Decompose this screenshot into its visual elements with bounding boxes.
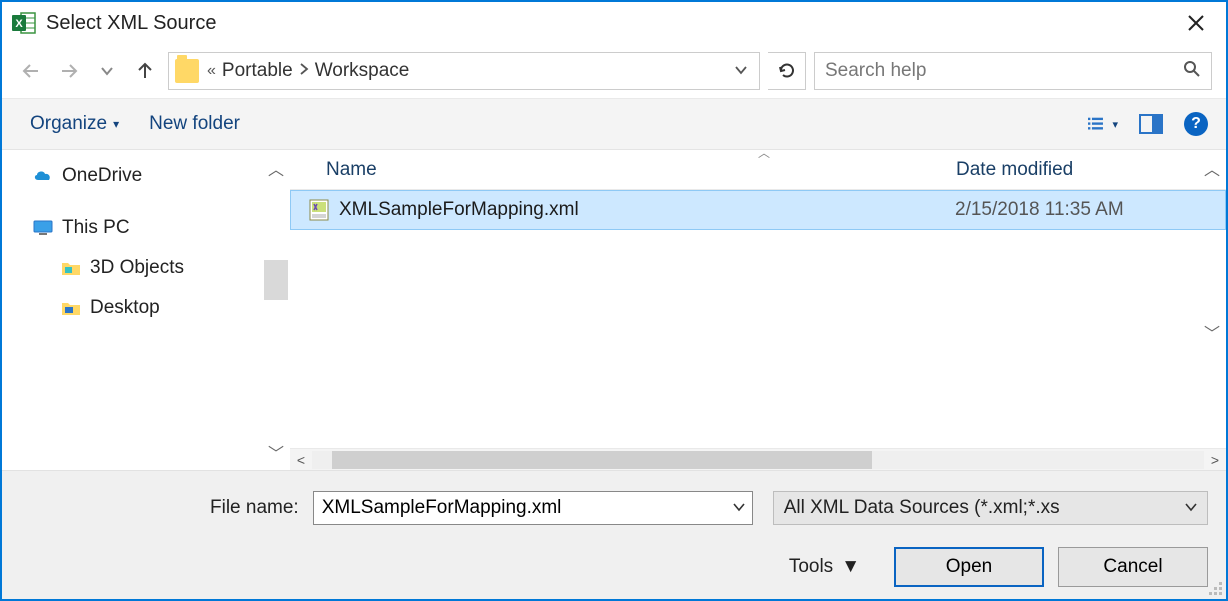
xml-file-icon: [291, 198, 331, 222]
list-scroll-up[interactable]: ︿: [1204, 156, 1220, 180]
file-list: ︿ Name Date modified ︿ XMLSampleForMappi…: [290, 150, 1226, 470]
tree-item-this-pc[interactable]: This PC: [20, 208, 290, 248]
tree-item-label: OneDrive: [62, 165, 142, 187]
main-area: ︿ OneDrive This PC 3D Objects: [2, 150, 1226, 470]
view-options: ▾ ?: [1088, 109, 1208, 139]
filename-dropdown[interactable]: [733, 501, 745, 515]
hscroll-thumb[interactable]: [332, 451, 872, 469]
tools-label: Tools: [789, 556, 833, 578]
search-input[interactable]: [825, 60, 1183, 82]
tree-item-label: Desktop: [90, 297, 160, 319]
search-box[interactable]: [814, 52, 1212, 90]
new-folder-button[interactable]: New folder: [149, 113, 240, 135]
open-button[interactable]: Open: [894, 547, 1044, 587]
hscroll-track[interactable]: [312, 451, 1204, 469]
tree-scroll-up[interactable]: ︿: [268, 156, 284, 180]
view-mode-button[interactable]: ▾: [1088, 109, 1118, 139]
breadcrumb-part-1[interactable]: Portable: [222, 60, 293, 82]
forward-button[interactable]: [54, 56, 84, 86]
tree-scroll-down[interactable]: ﹀: [268, 440, 284, 464]
tree-scrollbar-thumb[interactable]: [264, 260, 288, 300]
dialog-window: X Select XML Source « Portable: [0, 0, 1228, 601]
filename-label: File name:: [210, 497, 299, 519]
pc-icon: [32, 217, 54, 239]
filename-input[interactable]: [313, 491, 753, 525]
folder-icon: [175, 59, 199, 83]
tree-item-onedrive[interactable]: OneDrive: [20, 156, 290, 196]
horizontal-scrollbar[interactable]: < >: [290, 448, 1226, 470]
folder-icon: [60, 297, 82, 319]
tree-item-desktop[interactable]: Desktop: [20, 288, 290, 328]
close-button[interactable]: [1176, 7, 1216, 39]
title-bar: X Select XML Source: [2, 2, 1226, 44]
up-button[interactable]: [130, 56, 160, 86]
tree-item-3d-objects[interactable]: 3D Objects: [20, 248, 290, 288]
filter-text: All XML Data Sources (*.xml;*.xs: [784, 497, 1060, 519]
svg-text:X: X: [15, 18, 23, 30]
breadcrumb-prefix: «: [207, 62, 216, 80]
file-type-filter[interactable]: All XML Data Sources (*.xml;*.xs: [773, 491, 1208, 525]
tree-item-label: 3D Objects: [90, 257, 184, 279]
tree-item-label: This PC: [62, 217, 130, 239]
command-bar: Organize ▾ New folder ▾ ?: [2, 98, 1226, 150]
footer: File name: All XML Data Sources (*.xml;*…: [2, 470, 1226, 599]
hscroll-right[interactable]: >: [1204, 452, 1226, 468]
file-name: XMLSampleForMapping.xml: [331, 199, 955, 221]
refresh-button[interactable]: [768, 52, 806, 90]
file-date: 2/15/2018 11:35 AM: [955, 199, 1225, 221]
organize-label: Organize: [30, 113, 107, 135]
navigation-tree[interactable]: ︿ OneDrive This PC 3D Objects: [2, 150, 290, 470]
column-resize-indicator: ︿: [758, 144, 770, 161]
organize-menu[interactable]: Organize ▾: [30, 113, 119, 135]
excel-icon: X: [10, 9, 38, 37]
dialog-title: Select XML Source: [46, 12, 216, 35]
file-row[interactable]: XMLSampleForMapping.xml 2/15/2018 11:35 …: [290, 190, 1226, 230]
breadcrumb-part-2[interactable]: Workspace: [315, 60, 410, 82]
recent-locations-button[interactable]: [92, 56, 122, 86]
cancel-button[interactable]: Cancel: [1058, 547, 1208, 587]
cloud-icon: [32, 165, 54, 187]
list-scroll-down[interactable]: ﹀: [1204, 320, 1220, 344]
organize-caret-icon: ▾: [113, 117, 119, 131]
filter-caret-icon: [1185, 501, 1197, 515]
address-dropdown[interactable]: [735, 63, 753, 79]
hscroll-left[interactable]: <: [290, 452, 312, 468]
tools-caret-icon: ▼: [841, 556, 860, 578]
preview-pane-button[interactable]: [1136, 109, 1166, 139]
tools-menu[interactable]: Tools ▼: [789, 556, 860, 578]
chevron-right-icon: [299, 62, 309, 80]
column-header-date[interactable]: Date modified: [956, 159, 1226, 181]
resize-grip[interactable]: [1208, 581, 1222, 595]
help-button[interactable]: ?: [1184, 112, 1208, 136]
back-button[interactable]: [16, 56, 46, 86]
address-bar[interactable]: « Portable Workspace: [168, 52, 760, 90]
new-folder-label: New folder: [149, 113, 240, 135]
folder-icon: [60, 257, 82, 279]
column-header-name[interactable]: Name: [290, 159, 956, 181]
nav-bar: « Portable Workspace: [2, 44, 1226, 98]
search-icon[interactable]: [1183, 60, 1201, 83]
